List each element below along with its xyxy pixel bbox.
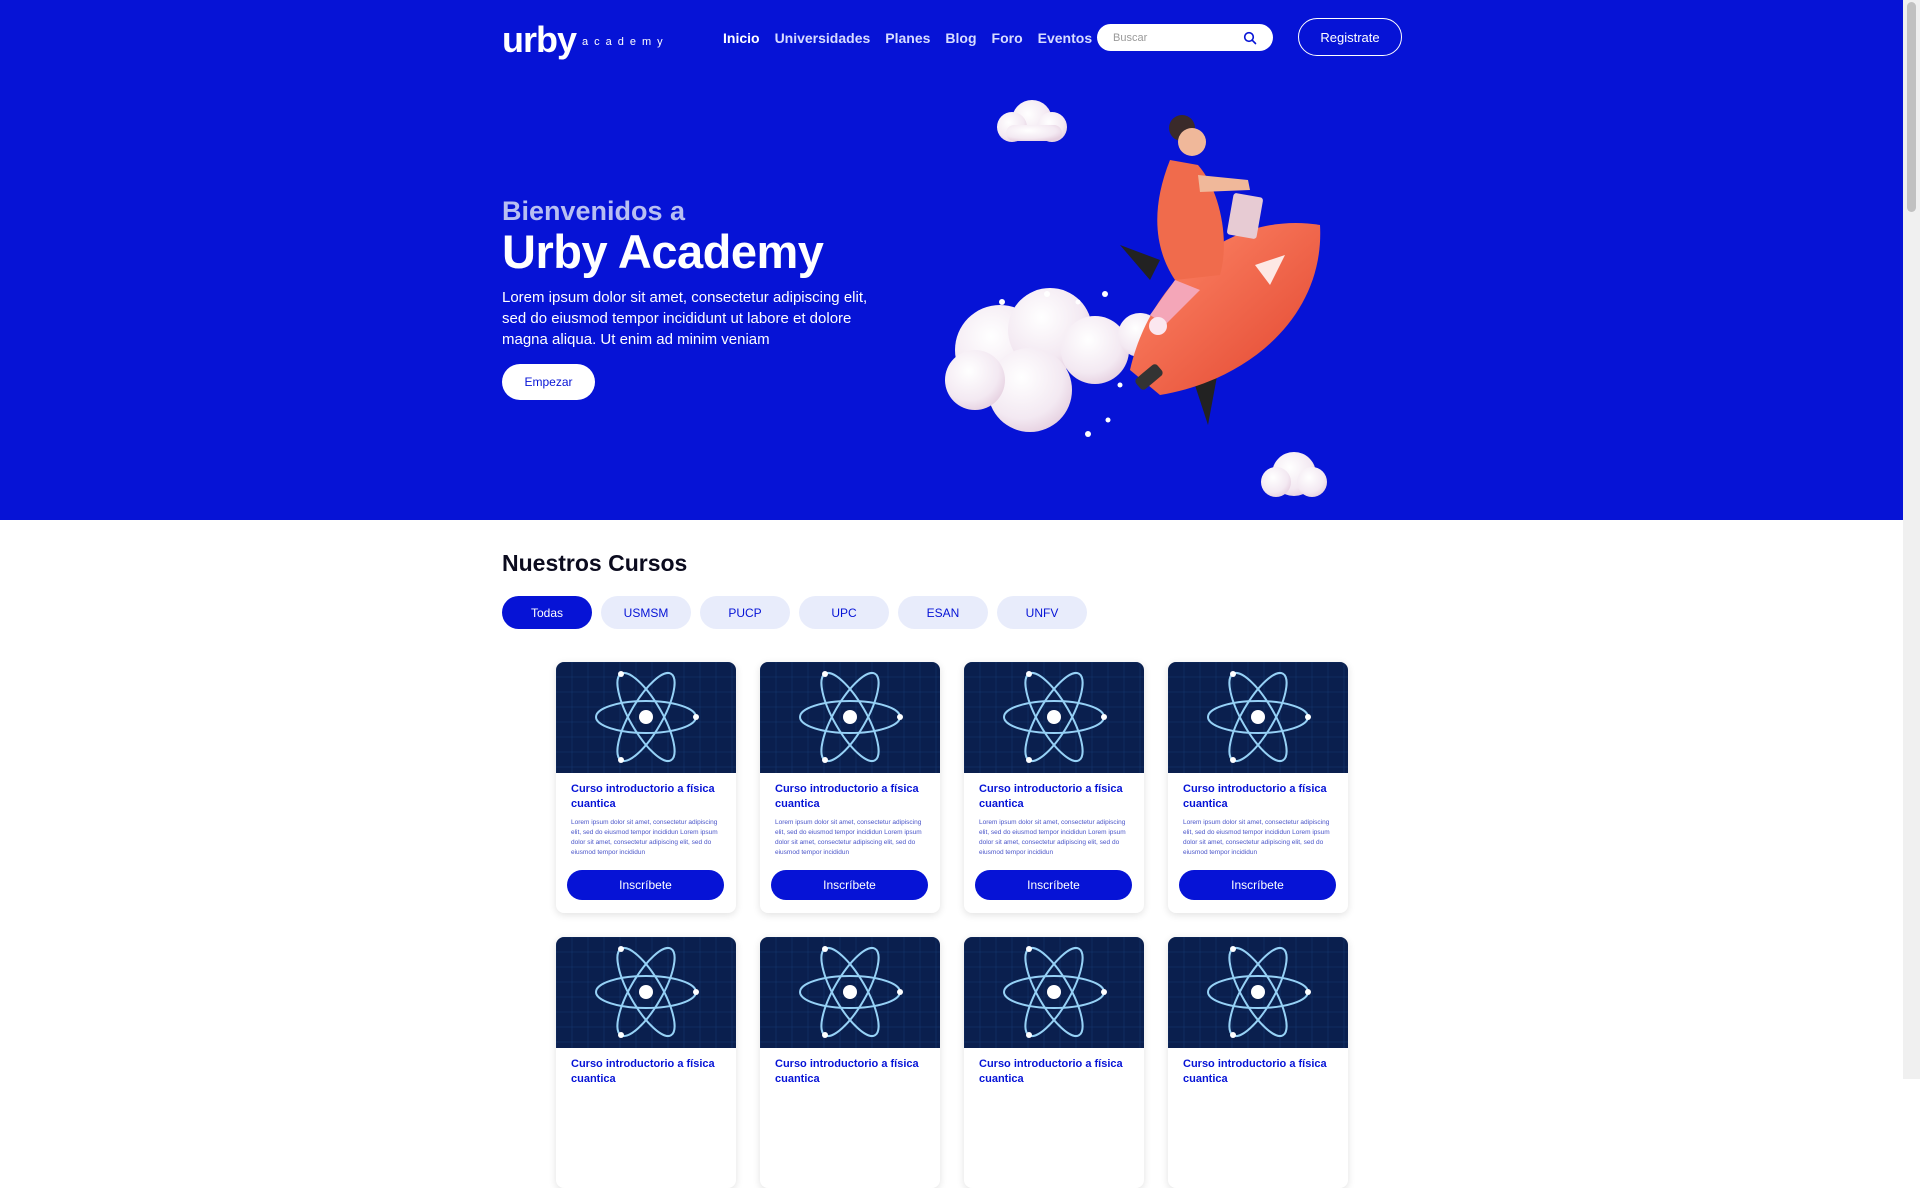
- nav-item-blog[interactable]: Blog: [945, 29, 976, 47]
- course-card[interactable]: Curso introductorio a física cuantica: [964, 937, 1144, 1188]
- course-card[interactable]: Curso introductorio a física cuantica Lo…: [760, 662, 940, 913]
- course-filters: Todas USMSM PUCP UPC ESAN UNFV: [502, 596, 1087, 629]
- filter-esan[interactable]: ESAN: [898, 596, 988, 629]
- atom-icon: [760, 937, 940, 1048]
- cloud-bottom: [1261, 452, 1327, 497]
- atom-icon: [1168, 937, 1348, 1048]
- logo-sub-text: academy: [582, 36, 669, 48]
- nav-item-universidades[interactable]: Universidades: [775, 29, 871, 47]
- course-grid: Curso introductorio a física cuantica Lo…: [556, 662, 1348, 1188]
- course-title[interactable]: Curso introductorio a física cuantica: [1183, 782, 1338, 812]
- scrollbar-thumb[interactable]: [1907, 2, 1916, 212]
- main-nav: Inicio Universidades Planes Blog Foro Ev…: [723, 29, 1092, 47]
- filter-pucp[interactable]: PUCP: [700, 596, 790, 629]
- start-button[interactable]: Empezar: [502, 364, 595, 400]
- course-card[interactable]: Curso introductorio a física cuantica Lo…: [1168, 662, 1348, 913]
- nav-item-planes[interactable]: Planes: [885, 29, 930, 47]
- nav-item-inicio[interactable]: Inicio: [723, 29, 760, 47]
- hero-title: Urby Academy: [502, 225, 824, 278]
- course-description: Lorem ipsum dolor sit amet, consectetur …: [1183, 819, 1330, 856]
- scrollbar[interactable]: [1903, 0, 1920, 1079]
- smoke-cloud: [945, 288, 1162, 432]
- filter-usmsm[interactable]: USMSM: [601, 596, 691, 629]
- atom-icon: [1168, 662, 1348, 773]
- course-title[interactable]: Curso introductorio a física cuantica: [775, 782, 930, 812]
- enroll-button[interactable]: Inscríbete: [1179, 870, 1336, 900]
- course-card[interactable]: Curso introductorio a física cuantica: [556, 937, 736, 1188]
- hero-description: Lorem ipsum dolor sit amet, consectetur …: [502, 289, 868, 348]
- register-button[interactable]: Registrate: [1298, 18, 1402, 56]
- atom-icon: [556, 937, 736, 1048]
- course-title[interactable]: Curso introductorio a física cuantica: [1183, 1057, 1338, 1087]
- search-box: [1097, 24, 1273, 51]
- enroll-button[interactable]: Inscríbete: [975, 870, 1132, 900]
- course-title[interactable]: Curso introductorio a física cuantica: [571, 782, 726, 812]
- course-description: Lorem ipsum dolor sit amet, consectetur …: [571, 819, 718, 856]
- course-card[interactable]: Curso introductorio a física cuantica Lo…: [964, 662, 1144, 913]
- filter-todas[interactable]: Todas: [502, 596, 592, 629]
- atom-icon: [760, 662, 940, 773]
- course-title[interactable]: Curso introductorio a física cuantica: [571, 1057, 726, 1087]
- course-title[interactable]: Curso introductorio a física cuantica: [979, 1057, 1134, 1087]
- course-description: Lorem ipsum dolor sit amet, consectetur …: [979, 819, 1126, 856]
- atom-icon: [964, 937, 1144, 1048]
- rocket-illustration: [945, 100, 1327, 497]
- cloud-top: [997, 100, 1067, 142]
- course-title[interactable]: Curso introductorio a física cuantica: [979, 782, 1134, 812]
- enroll-button[interactable]: Inscríbete: [567, 870, 724, 900]
- course-card[interactable]: Curso introductorio a física cuantica: [1168, 937, 1348, 1188]
- logo[interactable]: urby academy: [502, 14, 669, 60]
- course-title[interactable]: Curso introductorio a física cuantica: [775, 1057, 930, 1087]
- course-card[interactable]: Curso introductorio a física cuantica: [760, 937, 940, 1188]
- nav-item-eventos[interactable]: Eventos: [1038, 29, 1092, 47]
- courses-section-title: Nuestros Cursos: [502, 550, 688, 576]
- atom-icon: [556, 662, 736, 773]
- course-card[interactable]: Curso introductorio a física cuantica Lo…: [556, 662, 736, 913]
- enroll-button[interactable]: Inscríbete: [771, 870, 928, 900]
- atom-icon: [964, 662, 1144, 773]
- search-input[interactable]: [1111, 30, 1245, 45]
- filter-unfv[interactable]: UNFV: [997, 596, 1087, 629]
- nav-item-foro[interactable]: Foro: [992, 29, 1023, 47]
- hero-welcome: Bienvenidos a: [502, 196, 686, 226]
- logo-main-text: urby: [502, 19, 577, 60]
- filter-upc[interactable]: UPC: [799, 596, 889, 629]
- search-icon[interactable]: [1243, 31, 1257, 45]
- course-description: Lorem ipsum dolor sit amet, consectetur …: [775, 819, 922, 856]
